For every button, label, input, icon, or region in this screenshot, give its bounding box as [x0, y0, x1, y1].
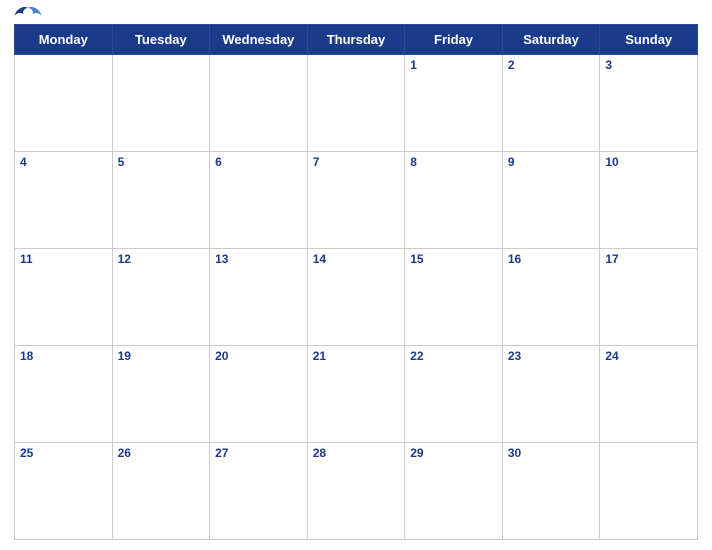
calendar-week-row: 4 5 6 7 8 9 10	[15, 152, 698, 249]
calendar-day-cell: 12	[112, 249, 210, 346]
calendar-day-cell: 13	[210, 249, 308, 346]
day-number: 8	[410, 155, 417, 169]
calendar-day-cell: 20	[210, 346, 308, 443]
day-number: 16	[508, 252, 521, 266]
calendar-day-cell: 11	[15, 249, 113, 346]
day-number: 1	[410, 58, 417, 72]
calendar-table: MondayTuesdayWednesdayThursdayFridaySatu…	[14, 24, 698, 540]
day-number: 22	[410, 349, 423, 363]
weekday-header-monday: Monday	[15, 25, 113, 55]
calendar-day-cell	[210, 55, 308, 152]
calendar-day-cell: 7	[307, 152, 405, 249]
day-number: 17	[605, 252, 618, 266]
day-number: 18	[20, 349, 33, 363]
weekday-header-friday: Friday	[405, 25, 503, 55]
calendar-day-cell	[112, 55, 210, 152]
calendar-day-cell: 24	[600, 346, 698, 443]
calendar-day-cell: 27	[210, 443, 308, 540]
calendar-day-cell: 29	[405, 443, 503, 540]
calendar-header	[14, 10, 698, 18]
day-number: 6	[215, 155, 222, 169]
calendar-day-cell: 2	[502, 55, 600, 152]
weekday-header-saturday: Saturday	[502, 25, 600, 55]
day-number: 9	[508, 155, 515, 169]
calendar-day-cell: 15	[405, 249, 503, 346]
logo-icon	[14, 5, 42, 23]
calendar-week-row: 18 19 20 21 22 23 24	[15, 346, 698, 443]
weekday-header-wednesday: Wednesday	[210, 25, 308, 55]
calendar-day-cell: 1	[405, 55, 503, 152]
calendar-day-cell: 8	[405, 152, 503, 249]
day-number: 20	[215, 349, 228, 363]
day-number: 26	[118, 446, 131, 460]
day-number: 21	[313, 349, 326, 363]
calendar-day-cell: 23	[502, 346, 600, 443]
day-number: 10	[605, 155, 618, 169]
calendar-day-cell: 19	[112, 346, 210, 443]
day-number: 30	[508, 446, 521, 460]
day-number: 15	[410, 252, 423, 266]
weekday-header-thursday: Thursday	[307, 25, 405, 55]
calendar-day-cell: 4	[15, 152, 113, 249]
day-number: 29	[410, 446, 423, 460]
calendar-day-cell: 22	[405, 346, 503, 443]
calendar-day-cell	[600, 443, 698, 540]
calendar-day-cell: 16	[502, 249, 600, 346]
calendar-day-cell: 17	[600, 249, 698, 346]
calendar-day-cell: 10	[600, 152, 698, 249]
calendar-day-cell: 21	[307, 346, 405, 443]
weekday-header-row: MondayTuesdayWednesdayThursdayFridaySatu…	[15, 25, 698, 55]
logo	[14, 5, 44, 23]
calendar-day-cell: 28	[307, 443, 405, 540]
calendar-day-cell	[307, 55, 405, 152]
weekday-header-tuesday: Tuesday	[112, 25, 210, 55]
calendar-week-row: 1 2 3	[15, 55, 698, 152]
calendar-day-cell: 14	[307, 249, 405, 346]
day-number: 24	[605, 349, 618, 363]
day-number: 25	[20, 446, 33, 460]
calendar-container: MondayTuesdayWednesdayThursdayFridaySatu…	[0, 0, 712, 550]
calendar-day-cell: 9	[502, 152, 600, 249]
calendar-day-cell: 30	[502, 443, 600, 540]
day-number: 19	[118, 349, 131, 363]
day-number: 27	[215, 446, 228, 460]
calendar-week-row: 25 26 27 28 29 30	[15, 443, 698, 540]
day-number: 12	[118, 252, 131, 266]
calendar-week-row: 11 12 13 14 15 16 17	[15, 249, 698, 346]
weekday-header-sunday: Sunday	[600, 25, 698, 55]
calendar-day-cell: 25	[15, 443, 113, 540]
calendar-day-cell	[15, 55, 113, 152]
day-number: 7	[313, 155, 320, 169]
day-number: 23	[508, 349, 521, 363]
calendar-day-cell: 18	[15, 346, 113, 443]
day-number: 11	[20, 252, 33, 266]
day-number: 4	[20, 155, 27, 169]
calendar-day-cell: 6	[210, 152, 308, 249]
day-number: 13	[215, 252, 228, 266]
day-number: 14	[313, 252, 326, 266]
day-number: 2	[508, 58, 515, 72]
calendar-day-cell: 5	[112, 152, 210, 249]
calendar-day-cell: 3	[600, 55, 698, 152]
calendar-day-cell: 26	[112, 443, 210, 540]
day-number: 3	[605, 58, 612, 72]
day-number: 28	[313, 446, 326, 460]
day-number: 5	[118, 155, 125, 169]
